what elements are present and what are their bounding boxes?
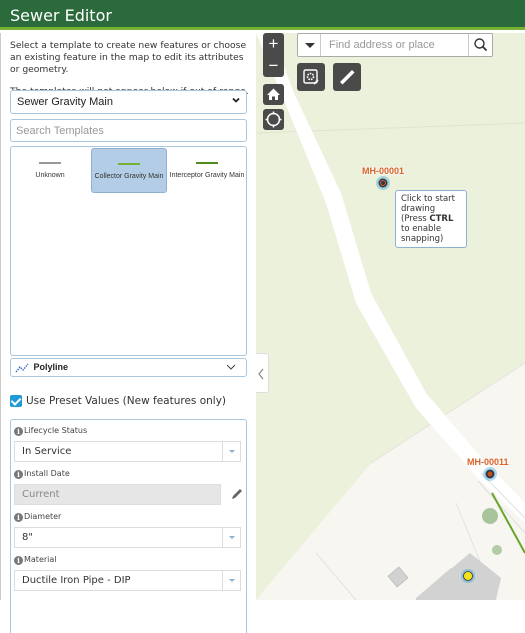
template-label: Collector Gravity Main	[94, 173, 164, 180]
diameter-label: i Diameter	[14, 512, 61, 522]
search-templates-input[interactable]: Search Templates	[10, 119, 247, 142]
lifecycle-status-select[interactable]: In Service	[14, 441, 241, 462]
locate-icon	[265, 111, 282, 128]
editor-panel: Select a template to create new features…	[0, 33, 256, 633]
cleanout-icon[interactable]	[463, 571, 473, 581]
line-swatch-icon	[196, 162, 218, 164]
measure-button[interactable]	[333, 63, 361, 91]
pencil-icon[interactable]	[230, 487, 244, 501]
ctrl-key: CTRL	[429, 214, 454, 224]
template-unknown[interactable]: Unknown	[12, 148, 88, 193]
address-search-input[interactable]: Find address or place	[329, 39, 435, 51]
info-icon[interactable]: i	[14, 556, 23, 565]
search-button[interactable]	[468, 34, 492, 56]
polyline-icon	[15, 363, 29, 373]
material-select[interactable]: Ductile Iron Pipe - DIP	[14, 570, 241, 591]
layer-select[interactable]: Sewer Gravity Main	[10, 90, 247, 114]
app-header: Sewer Editor	[0, 0, 525, 30]
attribute-form: i Lifecycle Status In Service i Install Da…	[10, 419, 247, 633]
dropdown-arrow-icon[interactable]	[222, 528, 240, 547]
line-swatch-icon	[118, 163, 140, 165]
intro-text: Select a template to create new features…	[10, 40, 247, 75]
template-label: Unknown	[35, 172, 65, 179]
template-interceptor-gravity-main[interactable]: Interceptor Gravity Main	[169, 148, 245, 193]
chevron-down-icon	[232, 97, 240, 103]
chevron-down-icon	[226, 364, 236, 370]
use-preset-values[interactable]: Use Preset Values (New features only)	[10, 395, 226, 407]
zoom-control: + −	[263, 33, 284, 77]
dropdown-arrow-icon[interactable]	[222, 571, 240, 590]
diameter-select[interactable]: 8"	[14, 527, 241, 548]
line-swatch-icon	[39, 162, 61, 164]
dropdown-arrow-icon[interactable]	[222, 442, 240, 461]
tree	[492, 545, 502, 555]
address-search: Find address or place	[297, 33, 493, 57]
info-icon[interactable]: i	[14, 470, 23, 479]
chevron-left-icon	[258, 368, 264, 380]
preset-checkbox[interactable]	[10, 395, 22, 407]
search-icon	[474, 38, 488, 52]
manhole-icon[interactable]	[378, 178, 388, 188]
lifecycle-status-label: i Lifecycle Status	[14, 426, 87, 436]
collapse-panel-button[interactable]	[256, 353, 269, 393]
home-icon	[267, 88, 280, 100]
tree	[482, 508, 498, 524]
search-templates-placeholder: Search Templates	[16, 125, 104, 137]
ruler-icon	[340, 70, 355, 85]
home-button[interactable]	[263, 84, 284, 105]
install-date-label: i Install Date	[14, 469, 70, 479]
preset-label: Use Preset Values (New features only)	[26, 395, 227, 407]
template-collector-gravity-main[interactable]: Collector Gravity Main	[91, 148, 167, 193]
template-label: Interceptor Gravity Main	[169, 172, 245, 179]
drawing-tooltip: Click to start drawing (Press CTRL to en…	[395, 190, 467, 248]
locate-button[interactable]	[263, 109, 284, 130]
info-icon[interactable]: i	[14, 513, 23, 522]
material-label: i Material	[14, 555, 57, 565]
manhole-label: MH-00001	[362, 166, 405, 176]
layer-select-value: Sewer Gravity Main	[17, 96, 113, 108]
manhole-label: MH-00011	[467, 457, 509, 467]
edit-settings-button[interactable]	[297, 63, 325, 91]
zoom-out-button[interactable]: −	[263, 55, 284, 77]
template-picker: Unknown Collector Gravity Main Intercept…	[10, 146, 247, 356]
edit-settings-icon	[303, 69, 319, 85]
app-title: Sewer Editor	[10, 6, 112, 25]
info-icon[interactable]: i	[14, 427, 23, 436]
geometry-type-select[interactable]: Polyline	[10, 358, 247, 377]
basemap	[256, 33, 525, 600]
map-view[interactable]: + − Find address or place MH-00001 MH-00…	[256, 33, 525, 600]
search-source-dropdown[interactable]	[298, 34, 321, 56]
install-date-field: Current	[14, 484, 221, 505]
geometry-type-value: Polyline	[33, 362, 69, 372]
zoom-in-button[interactable]: +	[263, 33, 284, 55]
